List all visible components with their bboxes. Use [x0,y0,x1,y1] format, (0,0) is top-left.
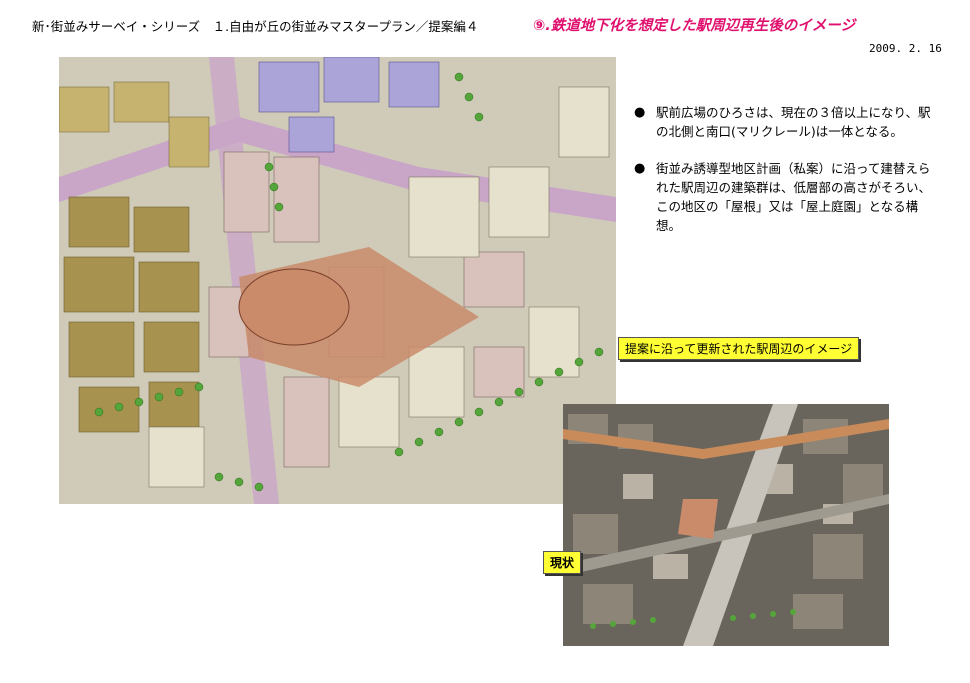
bullet-text: 駅前広場のひろさは、現在の３倍以上になり、駅の北側と南口(マリクレール)は一体と… [656,105,931,139]
bullet-dot-icon: ● [634,161,646,176]
current-label: 現状 [543,551,582,574]
bullet-dot-icon: ● [634,105,646,120]
bullet-text: 街並み誘導型地区計画（私案）に沿って建替えられた駅周辺の建築群は、低層部の高さが… [656,161,932,233]
date-stamp: 2009. 2. 16 [869,42,942,55]
bullet-item: ● 街並み誘導型地区計画（私案）に沿って建替えられた駅周辺の建築群は、低層部の高… [634,159,934,235]
bullet-list: ● 駅前広場のひろさは、現在の３倍以上になり、駅の北側と南口(マリクレール)は一… [634,103,934,253]
series-title: 新･街並みサーベイ・シリーズ １.自由が丘の街並みマスタープラン／提案編４ [32,19,479,34]
current-aerial-photo [563,404,889,646]
bullet-item: ● 駅前広場のひろさは、現在の３倍以上になり、駅の北側と南口(マリクレール)は一… [634,103,934,141]
page-title: ⑨.鉄道地下化を想定した駅周辺再生後のイメージ [533,18,855,34]
proposal-aerial-image [59,57,616,504]
proposal-label: 提案に沿って更新された駅周辺のイメージ [618,337,860,360]
